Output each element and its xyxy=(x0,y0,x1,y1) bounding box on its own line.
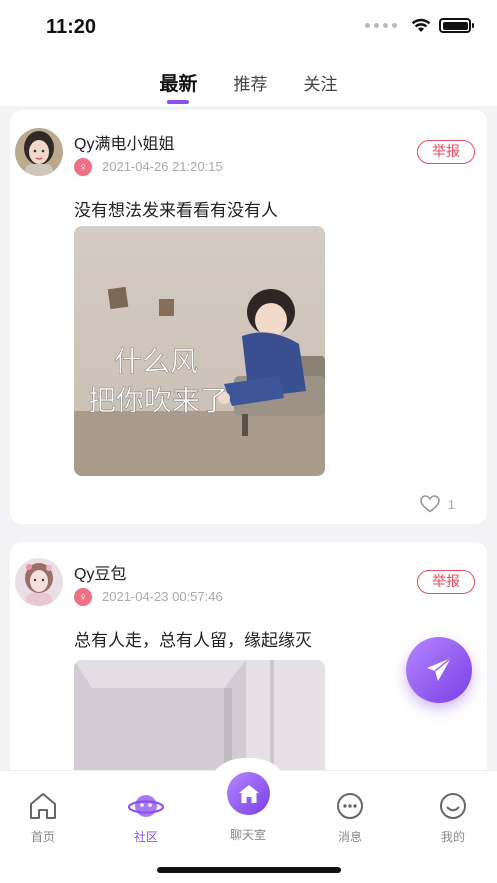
username[interactable]: Qy豆包 xyxy=(74,560,126,584)
home-icon xyxy=(30,793,56,819)
avatar[interactable] xyxy=(15,128,63,176)
post-image[interactable] xyxy=(74,660,325,770)
send-icon xyxy=(427,657,452,681)
battery-icon xyxy=(439,18,474,33)
username[interactable]: Qy满电小姐姐 xyxy=(74,130,174,154)
smile-icon xyxy=(440,793,466,819)
post-timestamp: 2021-04-26 21:20:15 xyxy=(102,159,223,174)
nav-home[interactable]: 首页 xyxy=(8,791,78,845)
image-caption-line1: 什么风 xyxy=(114,346,198,377)
nav-community[interactable]: 社区 xyxy=(111,791,181,845)
report-button[interactable]: 举报 xyxy=(417,570,475,594)
feed-tabs: 最新 推荐 关注 xyxy=(0,56,497,106)
like-count: 1 xyxy=(447,496,455,512)
new-post-button[interactable] xyxy=(406,637,472,703)
status-time: 11:20 xyxy=(46,16,97,38)
nav-profile[interactable]: 我的 xyxy=(418,791,488,845)
post-image[interactable]: 什么风 把你吹来了 xyxy=(74,226,325,476)
avatar[interactable] xyxy=(15,558,63,606)
planet-icon xyxy=(127,795,165,817)
female-icon: ♀ xyxy=(74,158,92,176)
house-filled-icon xyxy=(238,784,259,803)
nav-label: 社区 xyxy=(133,830,158,844)
chat-icon xyxy=(337,793,363,819)
nav-label[interactable]: 聊天室 xyxy=(218,826,278,843)
female-icon: ♀ xyxy=(74,588,92,606)
wifi-icon xyxy=(411,18,431,32)
signal-icon xyxy=(365,23,397,28)
tab-following[interactable]: 关注 xyxy=(304,56,338,106)
post-card: Qy满电小姐姐 ♀ 2021-04-26 21:20:15 举报 没有想法发来看… xyxy=(10,110,487,524)
tab-recommended[interactable]: 推荐 xyxy=(234,56,268,106)
nav-label: 消息 xyxy=(337,830,362,844)
nav-messages[interactable]: 消息 xyxy=(315,791,385,845)
home-indicator xyxy=(157,867,341,873)
image-caption-line2: 把你吹来了 xyxy=(88,385,228,416)
status-bar: 11:20 xyxy=(0,0,497,56)
post-text: 总有人走，总有人留，缘起缘灭 xyxy=(74,631,312,650)
tab-latest[interactable]: 最新 xyxy=(159,56,197,106)
nav-label: 我的 xyxy=(440,830,465,844)
report-button[interactable]: 举报 xyxy=(417,140,475,164)
post-timestamp: 2021-04-23 00:57:46 xyxy=(102,589,223,604)
nav-label: 首页 xyxy=(30,830,55,844)
like-button[interactable]: 1 xyxy=(419,495,455,513)
post-text: 没有想法发来看看有没有人 xyxy=(74,201,278,220)
nav-chatroom[interactable] xyxy=(227,772,270,815)
heart-icon xyxy=(419,495,440,513)
